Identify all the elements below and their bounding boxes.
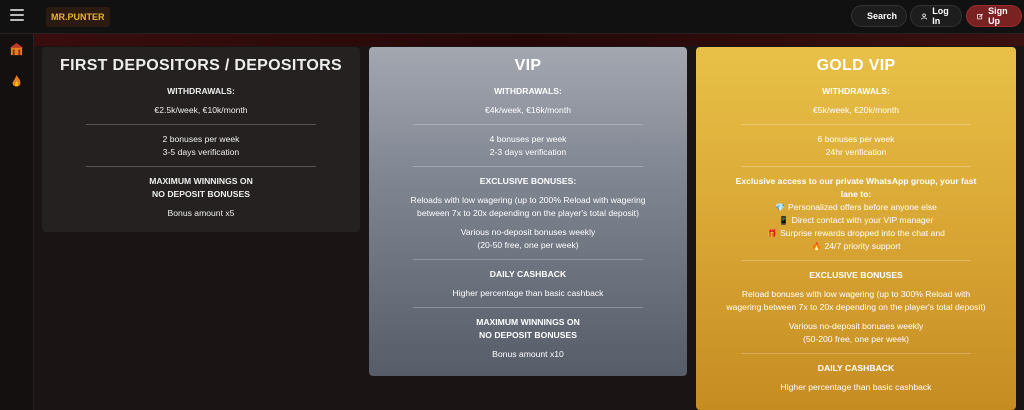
hamburger-menu-icon[interactable]	[10, 9, 24, 21]
perk-item: 📱 Direct contact with your VIP manager	[696, 214, 1016, 227]
max-winnings-heading: NO DEPOSIT BONUSES	[152, 189, 250, 199]
withdrawals-value: €2.5k/week, €10k/month	[154, 105, 248, 115]
user-icon	[921, 12, 927, 19]
withdrawals-value: €5k/week, €20k/month	[813, 105, 899, 115]
gift-icon: 🎁	[767, 229, 778, 238]
login-button[interactable]: Log In	[910, 5, 962, 27]
withdrawals-heading: WITHDRAWALS:	[822, 86, 890, 96]
divider	[413, 259, 643, 260]
search-label: Search	[867, 11, 898, 21]
phone-icon: 📱	[778, 216, 789, 225]
no-deposit-text: Various no-deposit bonuses weekly	[460, 227, 596, 237]
tier-card-first-depositors: FIRST DEPOSITORS / DEPOSITORS WITHDRAWAL…	[42, 47, 360, 232]
bonuses-text: 4 bonuses per week	[489, 134, 567, 144]
max-winnings-value: Bonus amount x10	[492, 349, 564, 359]
divider	[741, 260, 971, 261]
divider	[741, 166, 971, 167]
perk-item: 💎 Personalized offers before anyone else	[696, 201, 1016, 214]
withdrawals-heading: WITHDRAWALS:	[167, 86, 235, 96]
bonuses-text: 6 bonuses per week	[817, 134, 895, 144]
edit-icon	[977, 13, 983, 19]
verification-text: 2-3 days verification	[489, 147, 567, 157]
max-winnings-heading: MAXIMUM WINNINGS ON	[149, 176, 253, 186]
perk-text: 24/7 priority support	[824, 241, 901, 251]
exclusive-bonuses-text: wagering between 7x to 20x depending on …	[726, 302, 986, 312]
no-deposit-text: (20-50 free, one per week)	[477, 240, 579, 250]
tier-title: VIP	[514, 57, 542, 74]
divider	[741, 124, 971, 125]
perk-text: Direct contact with your VIP manager	[791, 215, 934, 225]
exclusive-bonuses-text: Reloads with low wagering (up to 200% Re…	[410, 195, 646, 205]
tier-title: GOLD VIP	[816, 57, 896, 74]
casino-building-icon[interactable]	[9, 42, 24, 57]
divider	[86, 124, 316, 125]
max-winnings-value: Bonus amount x5	[167, 208, 235, 218]
signup-button[interactable]: Sign Up	[966, 5, 1022, 27]
divider	[413, 307, 643, 308]
tier-title: FIRST DEPOSITORS / DEPOSITORS	[60, 57, 342, 74]
daily-cashback-value: Higher percentage than basic cashback	[780, 382, 932, 392]
exclusive-bonuses-text: Reload bonuses with low wagering (up to …	[741, 289, 971, 299]
whatsapp-heading: lane to:	[840, 189, 872, 199]
exclusive-bonuses-heading: EXCLUSIVE BONUSES	[809, 270, 903, 280]
sidebar	[0, 34, 34, 410]
tier-card-gold-vip: GOLD VIP WITHDRAWALS: €5k/week, €20k/mon…	[696, 47, 1016, 410]
daily-cashback-value: Higher percentage than basic cashback	[452, 288, 604, 298]
exclusive-bonuses-heading: EXCLUSIVE BONUSES:	[479, 176, 577, 186]
exclusive-bonuses-text: between 7x to 20x depending on the playe…	[417, 208, 639, 218]
max-winnings-heading: NO DEPOSIT BONUSES	[479, 330, 577, 340]
whatsapp-heading: Exclusive access to our private WhatsApp…	[735, 176, 977, 186]
daily-cashback-heading: DAILY CASHBACK	[489, 269, 567, 279]
withdrawals-value: €4k/week, €16k/month	[485, 105, 571, 115]
perk-text: Personalized offers before anyone else	[788, 202, 937, 212]
verification-text: 24hr verification	[825, 147, 887, 157]
top-bar: MR.PUNTER Search Log In Sign Up	[0, 0, 1024, 34]
diamond-icon: 💎	[775, 203, 786, 212]
login-label: Log In	[932, 6, 949, 26]
fire-icon: 🔥	[811, 242, 822, 251]
bonuses-text: 2 bonuses per week	[162, 134, 240, 144]
daily-cashback-heading: DAILY CASHBACK	[817, 363, 895, 373]
site-logo[interactable]: MR.PUNTER	[46, 7, 110, 27]
no-deposit-text: (50-200 free, one per week)	[802, 334, 910, 344]
divider	[413, 166, 643, 167]
withdrawals-heading: WITHDRAWALS:	[494, 86, 562, 96]
divider	[413, 124, 643, 125]
hero-banner-strip	[34, 34, 1024, 46]
tier-card-vip: VIP WITHDRAWALS: €4k/week, €16k/month 4 …	[369, 47, 687, 376]
search-button[interactable]: Search	[851, 5, 907, 27]
verification-text: 3-5 days verification	[162, 147, 240, 157]
perk-item: 🎁 Surprise rewards dropped into the chat …	[696, 227, 1016, 240]
max-winnings-heading: MAXIMUM WINNINGS ON	[476, 317, 580, 327]
perk-item: 🔥 24/7 priority support	[696, 240, 1016, 253]
perk-text: Surprise rewards dropped into the chat a…	[780, 228, 945, 238]
divider	[741, 353, 971, 354]
no-deposit-text: Various no-deposit bonuses weekly	[788, 321, 924, 331]
divider	[86, 166, 316, 167]
flame-icon[interactable]	[9, 74, 24, 89]
signup-label: Sign Up	[988, 6, 1008, 26]
